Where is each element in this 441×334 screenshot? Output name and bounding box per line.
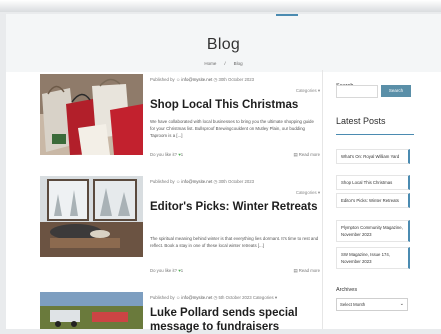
post-date: 30th October 2023: [218, 179, 255, 184]
clock-icon: ◷: [213, 295, 218, 300]
user-icon: ☺: [175, 295, 181, 300]
user-icon: ☺: [175, 77, 181, 82]
published-label: Published by: [150, 77, 175, 82]
post-thumbnail-winter-cabin[interactable]: [40, 176, 143, 257]
sidebar-divider: [322, 70, 323, 329]
post-card: Published by ☺ info@mysite.net ◷ 5th Oct…: [40, 292, 320, 333]
post-footer: Do you like it? ♥1 ▤ Read more: [150, 268, 320, 273]
post-thumbnail-fundraisers[interactable]: [40, 292, 143, 329]
post-author-link[interactable]: info@mysite.net: [181, 179, 212, 184]
archives-select-value: Select Month: [340, 302, 366, 307]
browser-top-bar: [0, 0, 441, 12]
post-date: 5th October 2023: [218, 295, 252, 300]
clock-icon: ◷: [213, 77, 218, 82]
post-date: 30th October 2023: [218, 77, 255, 82]
latest-post-item[interactable]: What's On: Royal William Yard: [336, 149, 410, 164]
search-input[interactable]: [336, 85, 378, 98]
post-author-link[interactable]: info@mysite.net: [181, 77, 212, 82]
like-prompt: Do you like it?: [150, 268, 177, 273]
published-label: Published by: [150, 295, 175, 300]
like-count: 1: [180, 152, 184, 157]
latest-post-item[interactable]: Editor's Picks: Winter Retreats: [336, 193, 410, 208]
published-label: Published by: [150, 179, 175, 184]
clock-icon: ◷: [213, 179, 218, 184]
post-meta: Published by ☺ info@mysite.net ◷ 5th Oct…: [150, 295, 277, 301]
post-thumbnail-shopping-bags[interactable]: [40, 74, 143, 155]
search-button[interactable]: Search: [381, 85, 411, 97]
post-author-link[interactable]: info@mysite.net: [181, 295, 212, 300]
post-footer: Do you like it? ♥1 ▤ Read more: [150, 152, 320, 157]
latest-posts-heading: Latest Posts: [336, 116, 386, 126]
post-title[interactable]: Shop Local This Christmas: [150, 98, 322, 112]
archives-heading: Archives: [336, 287, 358, 293]
like-count: 1: [180, 268, 184, 273]
breadcrumb-separator: /: [224, 61, 226, 66]
post-meta: Published by ☺ info@mysite.net ◷ 30th Oc…: [150, 77, 254, 83]
archives-select[interactable]: Select Month ⌄: [336, 298, 408, 311]
categories-dropdown[interactable]: Categories ▾: [253, 295, 277, 300]
post-card: Published by ☺ info@mysite.net ◷ 30th Oc…: [40, 74, 320, 164]
page-title: Blog: [206, 36, 241, 53]
post-excerpt: The spiritual meaning behind winter is t…: [150, 236, 319, 248]
latest-post-item[interactable]: SW Magazine, Issue 174, November 2023: [336, 247, 410, 269]
user-icon: ☺: [175, 179, 181, 184]
document-icon: ▤: [293, 152, 298, 157]
header-accent-line: [276, 14, 298, 16]
post-excerpt: We have collaborated with local business…: [150, 119, 314, 138]
document-icon: ▤: [293, 268, 298, 273]
post-meta: Published by ☺ info@mysite.net ◷ 30th Oc…: [150, 179, 254, 185]
post-title[interactable]: Luke Pollard sends special message to fu…: [150, 306, 322, 334]
read-more-label: Read more: [298, 152, 320, 157]
breadcrumb-current: Blog: [233, 61, 243, 66]
read-more-link[interactable]: ▤ Read more: [293, 268, 320, 274]
read-more-link[interactable]: ▤ Read more: [293, 152, 320, 158]
categories-dropdown[interactable]: Categories ▾: [296, 88, 320, 94]
categories-dropdown[interactable]: Categories ▾: [296, 190, 320, 196]
page-header: Blog Home / Blog: [6, 14, 441, 72]
latest-post-item[interactable]: Plympton Community Magazine, November 20…: [336, 220, 410, 242]
post-card: Published by ☺ info@mysite.net ◷ 30th Oc…: [40, 176, 320, 274]
breadcrumb: Home / Blog: [6, 61, 441, 66]
like-prompt: Do you like it?: [150, 152, 177, 157]
read-more-label: Read more: [298, 268, 320, 273]
breadcrumb-home[interactable]: Home: [204, 61, 216, 66]
chevron-down-icon: ⌄: [399, 301, 404, 307]
post-title[interactable]: Editor's Picks: Winter Retreats: [150, 200, 322, 214]
latest-posts-underline: [336, 134, 414, 135]
latest-post-item[interactable]: Shop Local This Christmas: [336, 175, 410, 190]
